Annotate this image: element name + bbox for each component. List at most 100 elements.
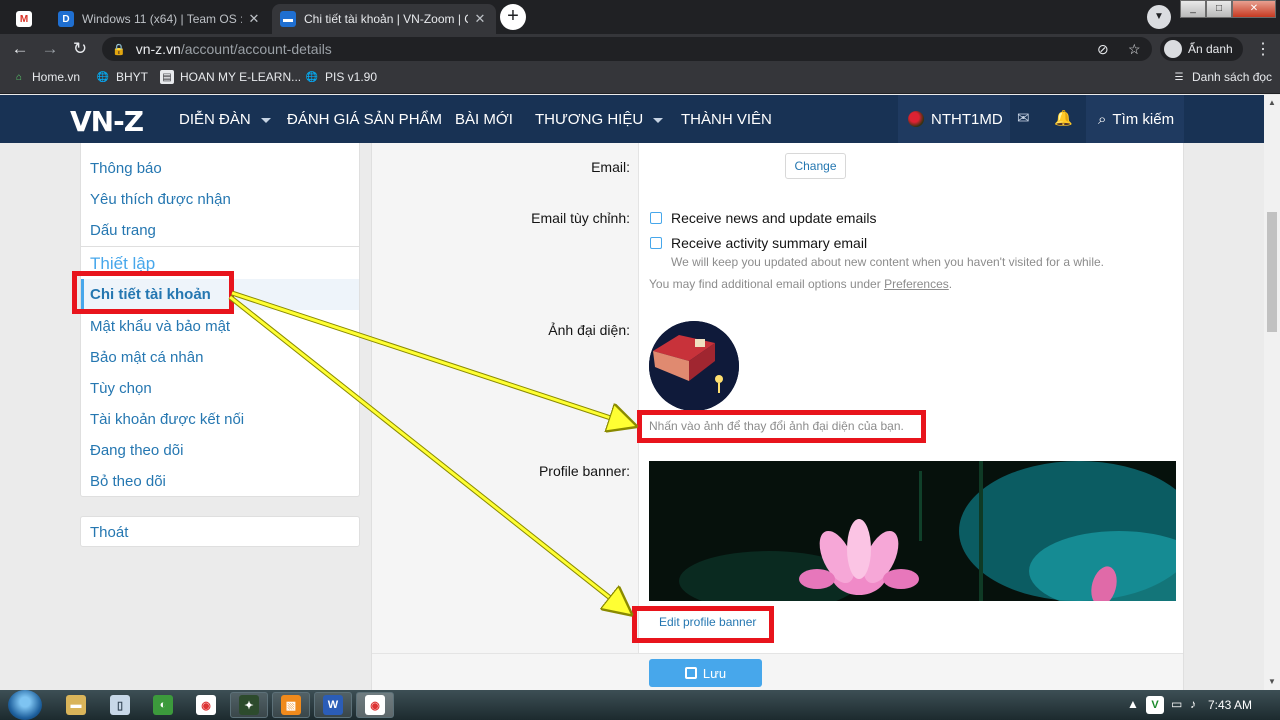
close-window-button[interactable]: ✕: [1232, 0, 1276, 18]
chevron-down-icon[interactable]: [260, 117, 271, 123]
profile-label: Ẩn danh: [1188, 42, 1233, 56]
tray-chevron-icon[interactable]: ▲: [1127, 697, 1139, 711]
vn-zoom-icon: D: [58, 11, 74, 27]
site-header: VN-Z DIỄN ĐÀN ĐÁNH GIÁ SẢN PHẨM BÀI MỚI …: [0, 95, 1264, 143]
nav-brands[interactable]: THƯƠNG HIỆU: [535, 111, 664, 128]
chrome-icon[interactable]: ◉: [196, 695, 216, 715]
change-email-button[interactable]: Change: [785, 153, 846, 179]
reading-list[interactable]: ☰ Danh sách đọc: [1172, 70, 1273, 84]
profile-banner-image[interactable]: [649, 461, 1176, 601]
new-tab-button[interactable]: +: [500, 4, 526, 30]
globe-icon: 🌐: [96, 71, 110, 83]
network-icon[interactable]: ▭: [1171, 697, 1182, 711]
unikey-icon[interactable]: V: [1146, 696, 1164, 714]
word-icon[interactable]: W: [323, 695, 343, 715]
avatar-image[interactable]: [649, 321, 739, 411]
url-bar[interactable]: 🔒 vn-z.vn /account/account-details ⊘ ☆: [102, 37, 1152, 61]
tab-windows-11[interactable]: D Windows 11 (x64) | Team OS : Yo ✕: [50, 4, 270, 34]
search-icon: ⌕: [1098, 110, 1107, 128]
gmail-icon: M: [16, 11, 32, 27]
start-button[interactable]: [8, 690, 42, 720]
bookmark-bhyt[interactable]: 🌐 BHYT: [96, 70, 148, 84]
document-icon[interactable]: ▯: [110, 695, 130, 715]
close-tab-icon[interactable]: ✕: [472, 11, 488, 27]
annotation-box-account-details: [72, 271, 234, 314]
scroll-thumb[interactable]: [1267, 212, 1277, 332]
news-emails-option[interactable]: Receive news and update emails: [650, 210, 876, 226]
site-logo[interactable]: VN-Z: [70, 105, 144, 138]
bookmarks-bar: ⌂ Home.vn 🌐 BHYT ▤ HOAN MY E-LEARN... 🌐 …: [0, 64, 1280, 94]
summary-email-option[interactable]: Receive activity summary email: [650, 235, 867, 251]
bell-icon[interactable]: 🔔: [1054, 109, 1073, 127]
nav-label: THƯƠNG HIỆU: [535, 111, 644, 128]
sidebar-item-connected-accounts[interactable]: Tài khoản được kết nối: [90, 411, 244, 428]
sidebar-item-preferences[interactable]: Tùy chọn: [90, 380, 152, 397]
nav-new-posts[interactable]: BÀI MỚI: [455, 111, 513, 128]
tab-gmail[interactable]: M: [8, 4, 54, 34]
divider: [81, 246, 359, 247]
bookmark-home-vn[interactable]: ⌂ Home.vn: [12, 70, 80, 84]
volume-icon[interactable]: ♪: [1190, 697, 1196, 711]
preferences-link[interactable]: Preferences: [884, 277, 949, 291]
forward-icon[interactable]: →: [40, 39, 60, 59]
bookmark-star-icon[interactable]: ☆: [1128, 41, 1141, 58]
file-explorer-icon[interactable]: ▬: [66, 695, 86, 715]
incognito-profile-button[interactable]: Ẩn danh: [1160, 37, 1243, 61]
news-emails-checkbox[interactable]: [650, 212, 662, 224]
inbox-icon[interactable]: ✉: [1017, 109, 1030, 127]
back-icon[interactable]: ←: [10, 39, 30, 59]
bookmark-label: PIS v1.90: [325, 70, 378, 84]
summary-hint: We will keep you updated about new conte…: [671, 255, 1105, 269]
sidebar-item-privacy[interactable]: Bảo mật cá nhân: [90, 349, 203, 366]
lock-icon: 🔒: [112, 43, 126, 56]
save-button[interactable]: Lưu: [649, 659, 762, 687]
sidebar-item-password-security[interactable]: Mật khẩu và bảo mật: [90, 318, 230, 335]
bookmark-pis[interactable]: 🌐 PIS v1.90: [305, 70, 377, 84]
logout-label: Thoát: [90, 524, 129, 541]
tab-search-icon[interactable]: ▼: [1147, 5, 1171, 29]
form-label-column: Email: Email tùy chỉnh: Ảnh đại diện: Pr…: [372, 143, 639, 653]
tool-icon[interactable]: ✦: [239, 695, 259, 715]
maximize-button[interactable]: □: [1206, 0, 1232, 18]
chrome-icon[interactable]: ◉: [365, 695, 385, 715]
sidebar-item-following[interactable]: Đang theo dõi: [90, 442, 183, 459]
search-button[interactable]: ⌕ Tìm kiếm: [1086, 95, 1184, 143]
nav-forums[interactable]: DIỄN ĐÀN: [179, 111, 271, 128]
reload-icon[interactable]: ↻: [70, 39, 90, 59]
snip-icon[interactable]: ▧: [281, 695, 301, 715]
eye-off-icon[interactable]: ⊘: [1097, 41, 1109, 58]
nav-product-reviews[interactable]: ĐÁNH GIÁ SẢN PHẨM: [287, 111, 442, 128]
avatar-label: Ảnh đại diện:: [548, 322, 630, 338]
home-icon: ⌂: [15, 71, 23, 83]
scroll-down-icon[interactable]: ▼: [1268, 677, 1276, 686]
bookmark-hoan-my[interactable]: ▤ HOAN MY E-LEARN...: [160, 70, 301, 84]
page-scrollbar[interactable]: ▲ ▼: [1264, 95, 1280, 690]
menu-kebab-icon[interactable]: ⋮: [1255, 39, 1271, 59]
chevron-down-icon[interactable]: [653, 117, 664, 123]
hint-text: You may find additional email options un…: [649, 277, 881, 291]
globe-icon: 🌐: [305, 71, 319, 83]
tab-account-details[interactable]: ▬ Chi tiết tài khoản | VN-Zoom | Cộ ✕: [272, 4, 496, 34]
nav-members[interactable]: THÀNH VIÊN: [681, 111, 772, 128]
avatar: [908, 111, 924, 127]
sidebar-item-ignoring[interactable]: Bỏ theo dõi: [90, 473, 166, 490]
sidebar-item-notifications[interactable]: Thông báo: [90, 160, 162, 177]
incognito-icon: [1164, 40, 1182, 58]
user-menu[interactable]: NTHT1MD: [898, 95, 1010, 143]
scroll-up-icon[interactable]: ▲: [1268, 98, 1276, 107]
nav-label: DIỄN ĐÀN: [179, 111, 251, 128]
annotation-box-edit-banner: [632, 606, 774, 643]
tab-title: Windows 11 (x64) | Team OS : Yo: [82, 12, 242, 26]
checkbox-label: Receive news and update emails: [671, 210, 877, 226]
logout-link[interactable]: Thoát: [80, 516, 360, 547]
sidebar-item-bookmarks[interactable]: Dấu trang: [90, 222, 156, 239]
close-tab-icon[interactable]: ✕: [246, 11, 262, 27]
annotation-box-avatar-hint: [637, 410, 926, 443]
system-clock[interactable]: 7:43 AM: [1208, 698, 1252, 712]
summary-email-checkbox[interactable]: [650, 237, 662, 249]
app-icon[interactable]: ◐: [153, 695, 173, 715]
avatar-artwork: [649, 321, 739, 411]
sidebar-item-reactions[interactable]: Yêu thích được nhận: [90, 191, 231, 208]
nav-label: THÀNH VIÊN: [681, 111, 772, 128]
minimize-button[interactable]: _: [1180, 0, 1206, 18]
